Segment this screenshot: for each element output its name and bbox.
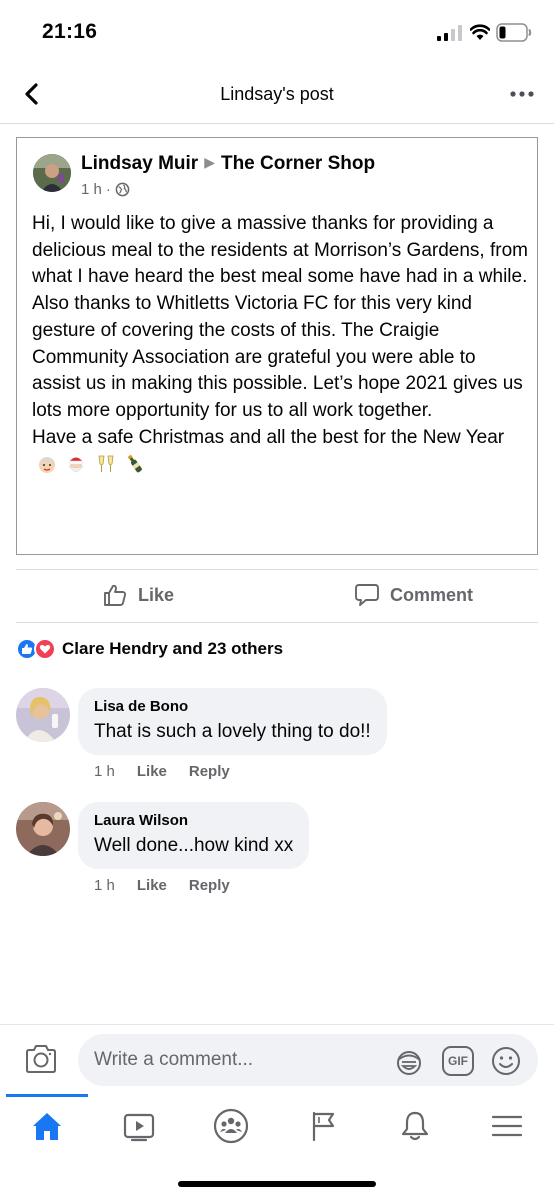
nav-home[interactable] [27, 1108, 67, 1144]
post-paragraph: Have a safe Christmas and all the best f… [32, 425, 528, 479]
nav-groups[interactable] [211, 1108, 251, 1144]
post-time[interactable]: 1 h [81, 181, 102, 198]
author-avatar[interactable] [33, 154, 71, 192]
divider [16, 569, 538, 570]
thumbs-up-icon [104, 584, 127, 606]
nav-notifications[interactable] [395, 1108, 435, 1144]
commenter-name[interactable]: Laura Wilson [94, 812, 293, 829]
comment-label: Comment [390, 584, 474, 605]
menu-icon [491, 1115, 523, 1137]
commenter-avatar[interactable] [16, 802, 70, 856]
love-reaction-icon [34, 638, 56, 660]
post-paragraph: Also thanks to Whitletts Victoria FC for… [32, 293, 523, 421]
reactions-count-text[interactable]: Clare Hendry and 23 others [62, 639, 283, 659]
bottom-navigation [0, 1094, 554, 1162]
cellular-signal-icon [437, 25, 462, 41]
mrs-claus-emoji [39, 457, 55, 474]
active-tab-indicator [6, 1094, 88, 1097]
comment-meta: 1 h Like Reply [94, 763, 230, 780]
emoji-group [36, 451, 148, 478]
gif-button[interactable]: GIF [442, 1046, 474, 1076]
comment-meta: 1 h Like Reply [94, 877, 230, 894]
battery-icon [496, 23, 532, 42]
post-card: Lindsay Muir ▶ The Corner Shop 1 h · Hi, I… [16, 137, 538, 555]
post-body: Hi, I would like to give a massive thank… [32, 211, 528, 478]
post-actions: Like Comment [16, 572, 538, 620]
champagne-emoji [127, 454, 142, 473]
nav-pages[interactable] [303, 1108, 343, 1144]
like-button[interactable]: Like [102, 582, 174, 608]
post-paragraph-text: Have a safe Christmas and all the best f… [32, 426, 505, 448]
clinking-glasses-emoji [98, 455, 114, 473]
post-author-line: Lindsay Muir ▶ The Corner Shop [81, 153, 375, 175]
post-header: Lindsay's post [0, 66, 554, 124]
reactions-summary[interactable]: Clare Hendry and 23 others [16, 638, 283, 660]
notifications-bell-icon [401, 1111, 429, 1141]
comment-bubble-icon [355, 584, 379, 606]
page-title: Lindsay's post [220, 84, 334, 104]
wifi-icon [470, 24, 490, 40]
nav-video[interactable] [119, 1108, 159, 1144]
comment-like-button[interactable]: Like [137, 877, 167, 894]
comment-text: Well done...how kind xx [94, 835, 294, 856]
author-name-link[interactable]: Lindsay Muir [81, 153, 198, 174]
avatar-sticker-icon[interactable] [394, 1047, 424, 1077]
pages-flag-icon [312, 1111, 335, 1142]
nav-menu[interactable] [487, 1108, 527, 1144]
video-icon [123, 1113, 155, 1142]
commenter-avatar[interactable] [16, 688, 70, 742]
camera-icon[interactable] [24, 1043, 58, 1075]
comment-like-button[interactable]: Like [137, 763, 167, 780]
divider [16, 622, 538, 623]
meta-separator: · [105, 181, 111, 198]
comment-button[interactable]: Comment [354, 582, 473, 608]
commenter-name[interactable]: Lisa de Bono [94, 698, 371, 715]
post-paragraph: Hi, I would like to give a massive thank… [32, 213, 528, 288]
comment-reply-button[interactable]: Reply [189, 763, 230, 780]
shop-name-link[interactable]: The Corner Shop [221, 153, 375, 174]
comment-time: 1 h [94, 877, 115, 894]
comment-bubble[interactable]: Laura Wilson Well done...how kind xx [78, 802, 310, 869]
gif-label: GIF [448, 1054, 468, 1068]
public-globe-icon [115, 182, 130, 197]
comment-text: That is such a lovely thing to do!! [94, 721, 371, 742]
post-meta: 1 h · [81, 181, 130, 198]
status-bar: 21:16 [0, 0, 554, 66]
comment-reply-button[interactable]: Reply [189, 877, 230, 894]
avatar-photo [33, 154, 71, 192]
more-options-icon[interactable] [508, 84, 536, 104]
home-indicator[interactable] [178, 1181, 376, 1187]
shared-to-arrow-icon: ▶ [204, 154, 215, 170]
status-time: 21:16 [42, 20, 98, 43]
comment-time: 1 h [94, 763, 115, 780]
comment-composer: GIF [0, 1024, 554, 1094]
groups-icon [213, 1108, 249, 1144]
comment-bubble[interactable]: Lisa de Bono That is such a lovely thing… [78, 688, 387, 755]
home-icon [33, 1113, 61, 1140]
santa-emoji [69, 457, 84, 473]
like-label: Like [138, 584, 175, 605]
emoji-smiley-icon[interactable] [490, 1045, 522, 1077]
